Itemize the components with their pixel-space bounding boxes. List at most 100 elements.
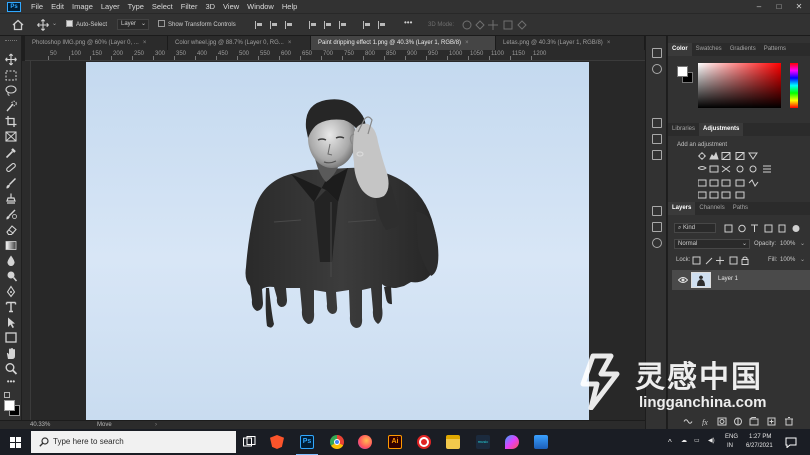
layer-row[interactable]: Layer 1 — [672, 270, 810, 290]
language-top[interactable]: ENG — [725, 434, 738, 440]
eraser-tool-icon[interactable] — [4, 223, 18, 236]
distribute-spacing-icon[interactable] — [378, 21, 386, 29]
clock-date[interactable]: 6/27/2021 — [746, 443, 773, 449]
default-colors-icon[interactable] — [4, 392, 10, 398]
chrome-icon[interactable] — [330, 435, 344, 449]
color-app-icon[interactable] — [505, 435, 519, 449]
volume-icon[interactable]: ◀) — [708, 437, 715, 444]
task-view-icon[interactable] — [243, 436, 256, 448]
home-icon[interactable] — [12, 19, 24, 31]
align-top-icon[interactable] — [309, 21, 317, 29]
adjustment-icons-grid[interactable] — [698, 152, 798, 200]
chevron-down-icon[interactable]: ⌄ — [52, 20, 57, 27]
menu-layer[interactable]: Layer — [97, 2, 124, 11]
document-tab-photoshop-img[interactable]: Photoshop IMG.png @ 60% (Layer 0, ... × — [25, 36, 168, 50]
screen-recorder-icon[interactable] — [417, 435, 431, 449]
tab-channels[interactable]: Channels — [695, 202, 728, 215]
document-canvas[interactable] — [86, 62, 589, 420]
auto-select-checkbox[interactable]: Auto-Select — [66, 19, 107, 31]
cloud-icon[interactable]: ☁ — [681, 437, 687, 444]
shape-tool-icon[interactable] — [4, 331, 18, 344]
menu-help[interactable]: Help — [278, 2, 301, 11]
fill-value[interactable]: 100% — [780, 257, 795, 263]
close-icon[interactable]: × — [288, 40, 292, 46]
history-panel-icon[interactable] — [652, 48, 662, 58]
show-transform-controls-checkbox[interactable]: Show Transform Controls — [158, 19, 236, 31]
amazon-music-icon[interactable]: music — [476, 435, 490, 449]
tab-adjustments[interactable]: Adjustments — [699, 123, 744, 136]
windows-start-icon[interactable] — [10, 437, 21, 448]
brush-tool-icon[interactable] — [4, 177, 18, 190]
menu-edit[interactable]: Edit — [47, 2, 68, 11]
brush-settings-panel-icon[interactable] — [652, 222, 662, 232]
auto-select-target-dropdown[interactable]: Layer ⌄ — [117, 19, 149, 30]
crop-tool-icon[interactable] — [4, 115, 18, 128]
network-icon[interactable]: ▭ — [694, 437, 700, 444]
marquee-tool-icon[interactable] — [4, 69, 18, 82]
menu-3d[interactable]: 3D — [201, 2, 219, 11]
character-panel-icon[interactable] — [652, 118, 662, 128]
menu-type[interactable]: Type — [124, 2, 148, 11]
align-right-icon[interactable] — [285, 21, 293, 29]
opacity-chevron-icon[interactable]: ⌄ — [800, 240, 805, 247]
tab-gradients[interactable]: Gradients — [726, 43, 760, 56]
document-tab-color-wheel[interactable]: Color wheel.jpg @ 88.7% (Layer 0, RG... × — [168, 36, 311, 50]
foreground-color-swatch[interactable] — [4, 400, 15, 411]
eye-icon[interactable] — [678, 276, 688, 284]
menu-filter[interactable]: Filter — [177, 2, 202, 11]
chevron-up-icon[interactable]: ^ — [668, 438, 672, 447]
align-middle-icon[interactable] — [324, 21, 332, 29]
illustrator-app-icon[interactable]: Ai — [388, 435, 402, 449]
more-options-button[interactable]: ••• — [404, 17, 412, 29]
align-bottom-icon[interactable] — [339, 21, 347, 29]
paragraph-panel-icon[interactable] — [652, 134, 662, 144]
maximize-button[interactable]: □ — [772, 0, 786, 13]
document-tab-letas[interactable]: Letas.png @ 40.3% (Layer 1, RGB/8) × — [496, 36, 645, 50]
layer-name[interactable]: Layer 1 — [718, 276, 738, 282]
layer-filter-icons[interactable] — [724, 224, 802, 233]
align-left-icon[interactable] — [255, 21, 263, 29]
frame-tool-icon[interactable] — [4, 130, 18, 143]
taskbar-search-box[interactable]: Type here to search — [31, 431, 236, 453]
layer-thumbnail[interactable] — [691, 272, 711, 288]
panel-foreground-swatch[interactable] — [677, 66, 688, 77]
photoshop-app-icon[interactable]: Ps — [300, 435, 314, 449]
hue-slider[interactable] — [790, 63, 798, 108]
3d-mode-icons[interactable] — [462, 19, 552, 31]
menu-view[interactable]: View — [219, 2, 243, 11]
tab-swatches[interactable]: Swatches — [692, 43, 726, 56]
gradient-tool-icon[interactable] — [4, 239, 18, 252]
firefox-icon[interactable] — [358, 435, 372, 449]
menu-select[interactable]: Select — [148, 2, 177, 11]
glyphs-panel-icon[interactable] — [652, 150, 662, 160]
pen-tool-icon[interactable] — [4, 285, 18, 298]
layer-filter-kind-dropdown[interactable]: ⌕ Kind — [674, 223, 716, 233]
layer-actions-bar[interactable]: fx — [682, 417, 804, 426]
menu-image[interactable]: Image — [68, 2, 97, 11]
tab-libraries[interactable]: Libraries — [668, 123, 699, 136]
distribute-icon[interactable] — [363, 21, 371, 29]
opacity-value[interactable]: 100% — [780, 241, 795, 247]
tab-paths[interactable]: Paths — [729, 202, 752, 215]
clone-stamp-tool-icon[interactable] — [4, 192, 18, 205]
move-tool-preset-icon[interactable] — [37, 19, 49, 31]
tab-color[interactable]: Color — [668, 43, 692, 56]
blur-tool-icon[interactable] — [4, 254, 18, 267]
tab-patterns[interactable]: Patterns — [760, 43, 790, 56]
minimize-button[interactable]: – — [752, 0, 766, 13]
lasso-tool-icon[interactable] — [4, 84, 18, 97]
toolbar-grip[interactable] — [5, 40, 17, 42]
clone-source-panel-icon[interactable] — [652, 238, 662, 248]
align-center-icon[interactable] — [270, 21, 278, 29]
photos-app-icon[interactable] — [534, 435, 548, 449]
close-icon[interactable]: × — [143, 40, 147, 46]
lock-icons[interactable] — [692, 256, 750, 265]
photoshop-logo-icon[interactable]: Ps — [7, 1, 21, 12]
language-bottom[interactable]: IN — [727, 443, 733, 449]
type-tool-icon[interactable] — [4, 300, 18, 313]
fill-chevron-icon[interactable]: ⌄ — [800, 256, 805, 263]
blend-mode-dropdown[interactable]: Normal ⌄ — [674, 239, 750, 249]
path-selection-tool-icon[interactable] — [4, 316, 18, 329]
properties-panel-icon[interactable] — [652, 64, 662, 74]
notifications-icon[interactable] — [785, 437, 797, 448]
